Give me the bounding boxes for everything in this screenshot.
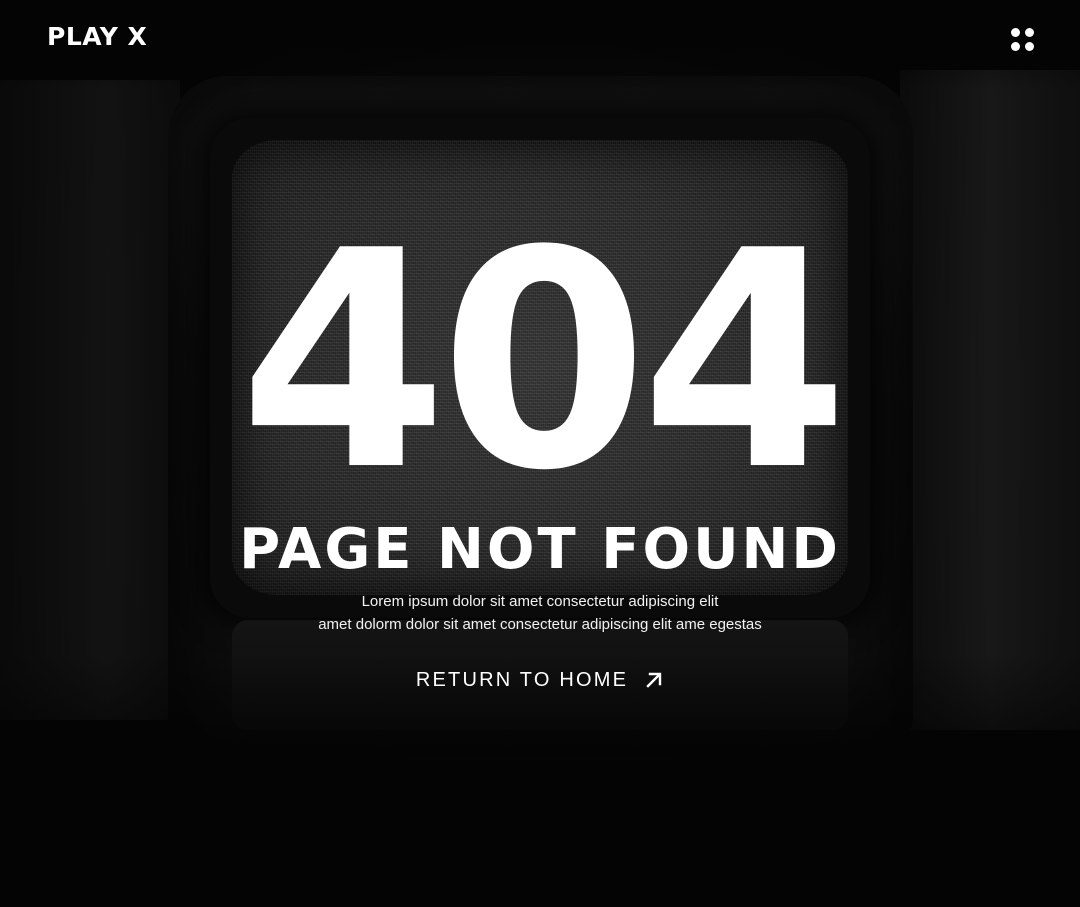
menu-button[interactable]	[1006, 24, 1038, 56]
error-code: 404	[238, 187, 849, 536]
page-title: PAGE NOT FOUND	[239, 517, 841, 582]
error-description: Lorem ipsum dolor sit amet consectetur a…	[0, 590, 1080, 636]
brand-logo[interactable]: PLAY X	[47, 22, 147, 52]
arrow-up-right-icon	[646, 672, 662, 688]
return-home-label: RETURN TO HOME	[415, 669, 629, 691]
description-line: Lorem ipsum dolor sit amet consectetur a…	[361, 593, 719, 610]
not-found-page: PLAY X 404 PAGE NOT FOUND Lorem ipsum do…	[0, 0, 1080, 907]
description-line: amet dolorm dolor sit amet consectetur a…	[318, 616, 762, 633]
return-home-link[interactable]: RETURN TO HOME	[0, 666, 1080, 694]
